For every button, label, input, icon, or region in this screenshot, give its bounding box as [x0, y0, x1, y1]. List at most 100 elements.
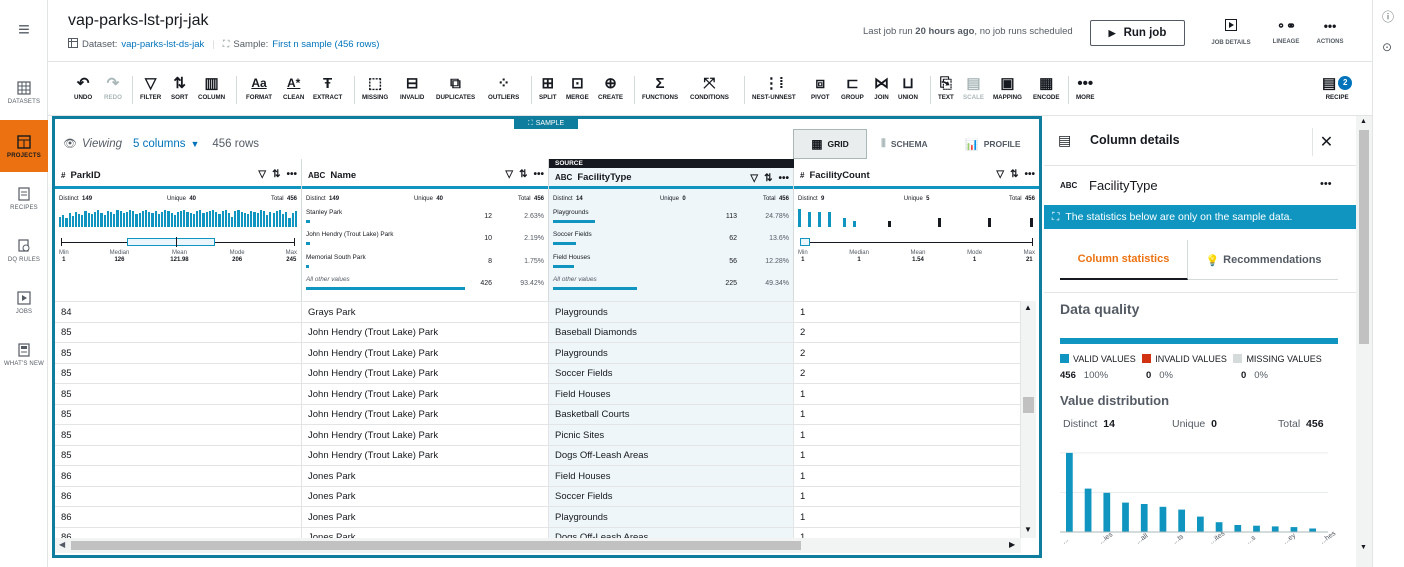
table-cell[interactable]: 86 — [55, 466, 302, 486]
distribution-bar[interactable] — [1140, 504, 1148, 532]
table-cell[interactable]: 86 — [55, 507, 302, 527]
table-cell[interactable]: Playgrounds — [549, 507, 794, 527]
more-icon[interactable]: ••• — [533, 169, 544, 180]
table-row[interactable]: 85 John Hendry (Trout Lake) Park Baseball … — [55, 321, 1021, 343]
table-cell[interactable]: Jones Park — [302, 507, 549, 527]
tab-grid[interactable]: ▦ GRID — [793, 129, 867, 159]
table-row[interactable]: 84 Grays Park Playgrounds 1 — [55, 301, 1021, 322]
scroll-thumb[interactable] — [1359, 130, 1369, 344]
table-cell[interactable]: 86 — [55, 527, 302, 538]
table-cell[interactable]: Jones Park — [302, 527, 549, 538]
table-cell[interactable]: 1 — [794, 507, 1021, 527]
scroll-down-icon[interactable]: ▼ — [1024, 525, 1032, 534]
table-row[interactable]: 86 Jones Park Dogs Off-Leash Areas 1 — [55, 526, 1021, 538]
table-cell[interactable]: John Hendry (Trout Lake) Park — [302, 404, 549, 425]
invalid-button[interactable]: ⊟ INVALID — [400, 72, 424, 108]
top-value-item[interactable]: Soccer Fields 62 13.6% — [553, 231, 789, 247]
table-cell[interactable]: Field Houses — [549, 384, 794, 404]
table-cell[interactable]: Field Houses — [549, 466, 794, 486]
extract-button[interactable]: Ŧ EXTRACT — [313, 72, 342, 108]
duplicates-button[interactable]: ⧉ DUPLICATES — [436, 72, 475, 108]
table-cell[interactable]: Jones Park — [302, 466, 549, 486]
scroll-left-icon[interactable]: ◀ — [59, 540, 65, 549]
sort-button[interactable]: ⇅ SORT — [171, 72, 188, 108]
table-cell[interactable]: 85 — [55, 404, 302, 425]
filter-icon[interactable]: ▽ — [258, 169, 266, 180]
table-cell[interactable]: 1 — [794, 404, 1021, 425]
column-title[interactable]: ABC FacilityType ▽ ⇅ ••• — [549, 169, 793, 189]
nest-unnest-button[interactable]: ⋮⁞ NEST-UNNEST — [752, 72, 796, 108]
nav-item-jobs[interactable]: JOBS — [0, 276, 48, 328]
table-cell[interactable]: 1 — [794, 425, 1021, 445]
actions-button[interactable]: ••• ACTIONS — [1310, 16, 1350, 48]
dataset-link[interactable]: vap-parks-lst-ds-jak — [121, 39, 204, 50]
table-cell[interactable]: 1 — [794, 302, 1021, 322]
format-button[interactable]: Aa FORMAT — [246, 72, 272, 108]
sort-icon[interactable]: ⇅ — [764, 173, 772, 184]
table-cell[interactable]: 85 — [55, 322, 302, 343]
clean-button[interactable]: A* CLEAN — [283, 72, 304, 108]
table-cell[interactable]: Jones Park — [302, 486, 549, 507]
table-cell[interactable]: Dogs Off-Leash Areas — [549, 445, 794, 466]
table-cell[interactable]: 85 — [55, 343, 302, 363]
scroll-up-icon[interactable]: ▲ — [1360, 118, 1367, 125]
nav-item-dq-rules[interactable]: DQ RULES — [0, 224, 48, 276]
column-title[interactable]: # ParkID ▽ ⇅ ••• — [55, 165, 301, 189]
top-value-item[interactable]: John Hendry (Trout Lake) Park 10 2.19% — [306, 231, 544, 247]
table-row[interactable]: 86 Jones Park Soccer Fields 1 — [55, 485, 1021, 507]
table-cell[interactable]: Basketball Courts — [549, 404, 794, 425]
distribution-bar[interactable] — [1290, 527, 1298, 532]
text-button[interactable]: ⎘ TEXT — [938, 72, 954, 108]
table-cell[interactable]: John Hendry (Trout Lake) Park — [302, 384, 549, 404]
table-cell[interactable]: 1 — [794, 486, 1021, 507]
more-icon[interactable]: ••• — [1024, 169, 1035, 180]
scroll-thumb[interactable] — [71, 541, 801, 550]
more-icon[interactable]: ••• — [286, 169, 297, 180]
table-cell[interactable]: John Hendry (Trout Lake) Park — [302, 343, 549, 363]
sample-link[interactable]: First n sample (456 rows) — [272, 39, 379, 50]
split-button[interactable]: ⊞ SPLIT — [539, 72, 557, 108]
table-cell[interactable]: Grays Park — [302, 302, 549, 322]
table-cell[interactable]: 2 — [794, 343, 1021, 363]
top-value-item[interactable]: Stanley Park 12 2.63% — [306, 209, 544, 225]
distribution-bar[interactable] — [1103, 492, 1111, 532]
encode-button[interactable]: ▦ ENCODE — [1033, 72, 1059, 108]
create-button[interactable]: ⊕ CREATE — [598, 72, 623, 108]
table-cell[interactable]: Playgrounds — [549, 302, 794, 322]
filter-icon[interactable]: ▽ — [996, 169, 1004, 180]
filter-icon[interactable]: ▽ — [750, 173, 758, 184]
table-cell[interactable]: Baseball Diamonds — [549, 322, 794, 343]
nav-item-projects[interactable]: PROJECTS — [0, 120, 48, 172]
column-header-parkid[interactable]: # ParkID ▽ ⇅ ••• Distinct 149 Unique 40 To… — [55, 159, 302, 301]
scroll-thumb[interactable] — [1023, 397, 1034, 413]
recipe-button[interactable]: ▤ 2 RECIPE — [1322, 72, 1353, 108]
sort-icon[interactable]: ⇅ — [272, 169, 280, 180]
distribution-bar[interactable] — [1271, 526, 1279, 532]
column-title[interactable]: # FacilityCount ▽ ⇅ ••• — [794, 165, 1039, 189]
filter-icon[interactable]: ▽ — [505, 169, 513, 180]
table-cell[interactable]: 1 — [794, 384, 1021, 404]
missing-button[interactable]: ⬚ MISSING — [362, 72, 388, 108]
table-row[interactable]: 85 John Hendry (Trout Lake) Park Playgroun… — [55, 342, 1021, 363]
table-cell[interactable]: Soccer Fields — [549, 363, 794, 384]
distribution-bar[interactable] — [1084, 488, 1092, 532]
table-cell[interactable]: 1 — [794, 466, 1021, 486]
table-cell[interactable]: 1 — [794, 445, 1021, 466]
distribution-bar[interactable] — [1197, 516, 1204, 532]
panel-scrollbar[interactable]: ▲ ▼ — [1356, 116, 1372, 567]
pivot-button[interactable]: ⧈ PIVOT — [811, 72, 830, 108]
table-cell[interactable]: 2 — [794, 363, 1021, 384]
table-cell[interactable]: John Hendry (Trout Lake) Park — [302, 445, 549, 466]
nav-item-datasets[interactable]: DATASETS — [0, 66, 48, 118]
column-header-name[interactable]: ABC Name ▽ ⇅ ••• Distinct 149 Unique 40 To… — [302, 159, 549, 301]
tab-schema[interactable]: ⦀ SCHEMA — [881, 129, 928, 159]
table-row[interactable]: 85 John Hendry (Trout Lake) Park Dogs Off-… — [55, 444, 1021, 466]
nav-item-whats-new[interactable]: WHAT'S NEW — [0, 328, 48, 380]
nav-item-recipes[interactable]: RECIPES — [0, 172, 48, 224]
table-row[interactable]: 86 Jones Park Playgrounds 1 — [55, 506, 1021, 527]
table-row[interactable]: 86 Jones Park Field Houses 1 — [55, 465, 1021, 486]
top-value-item[interactable]: All other values 426 93.42% — [306, 276, 544, 292]
caret-down-icon[interactable]: ▼ — [190, 139, 199, 149]
table-cell[interactable]: 85 — [55, 363, 302, 384]
table-row[interactable]: 85 John Hendry (Trout Lake) Park Field Hou… — [55, 383, 1021, 404]
